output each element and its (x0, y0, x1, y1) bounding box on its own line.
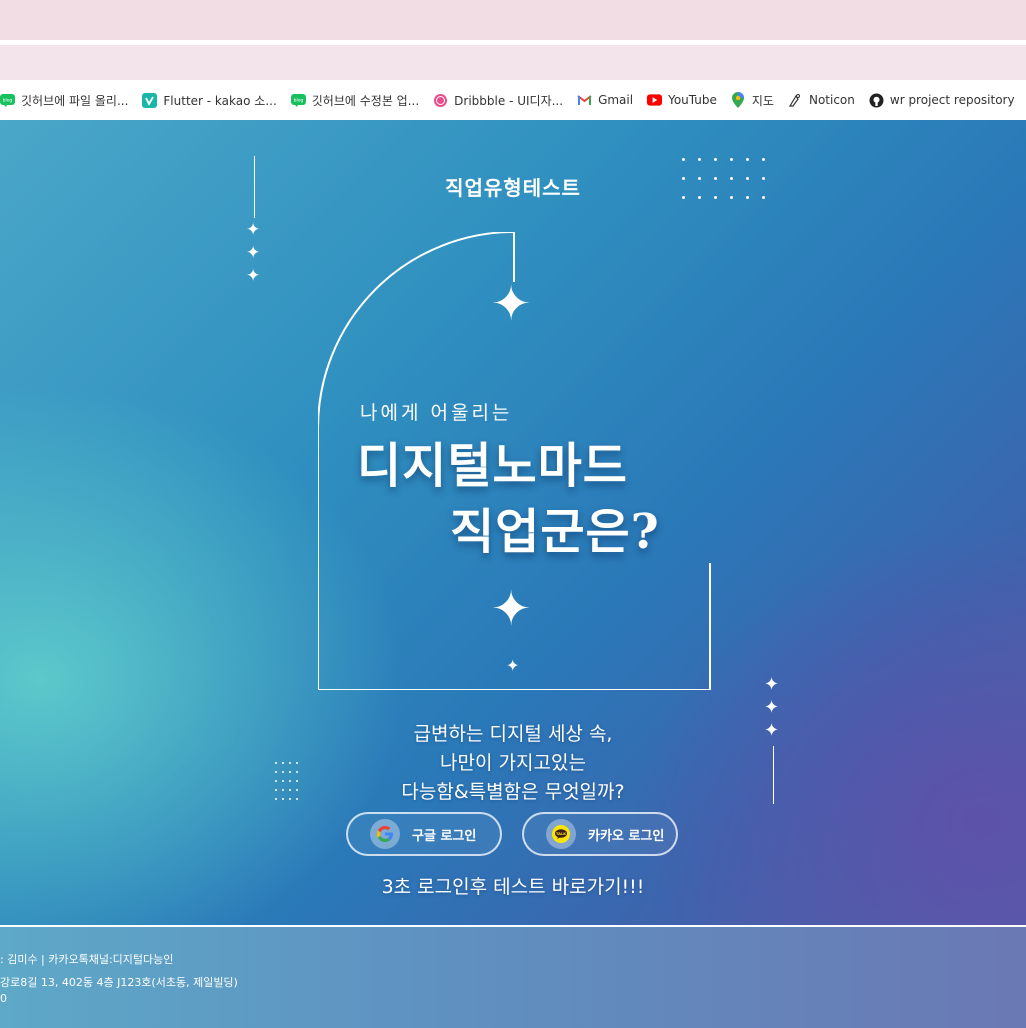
bookmarks-bar: blog 깃허브에 파일 올리... Flutter - kakao 소... … (0, 80, 1026, 120)
footer-contact: : 김미수 | 카카오톡채널:디지털다능인 (0, 953, 174, 966)
headline-line-2: 직업군은? (450, 504, 660, 560)
sparkle-icon: ✦ (246, 243, 261, 263)
sparkle-icon: ✦ (491, 581, 532, 637)
bookmark-label: 깃허브에 파일 올리... (21, 93, 129, 108)
headline-line-1: 디지털노마드 (357, 438, 628, 494)
sparkle-icon: ✦ (506, 656, 520, 675)
page-title: 직업유형테스트 (445, 176, 581, 200)
sparkle-icon: ✦ (246, 266, 261, 286)
sparkle-icon: ✦ (764, 674, 780, 695)
browser-address-bar-area (0, 45, 1026, 80)
blog-icon: blog (290, 93, 306, 108)
kakao-login-label: 카카오 로그인 (588, 828, 665, 844)
footer-info: 0 (0, 992, 7, 1005)
bookmark-label: Dribbble - UI디자... (454, 93, 564, 108)
bookmark-label: YouTube (668, 93, 717, 107)
bookmark-item[interactable]: Noticon (788, 93, 855, 108)
description-line: 나만이 가지고있는 (440, 752, 586, 774)
bookmark-item[interactable]: 지도 (731, 92, 774, 109)
description-line: 급변하는 디지털 세상 속, (413, 723, 613, 745)
subtitle: 나에게 어울리는 (360, 402, 513, 424)
decor-line (254, 156, 255, 218)
gmail-icon (577, 93, 592, 108)
github-icon (869, 93, 884, 108)
browser-tab-strip (0, 0, 1026, 40)
cta-text: 3초 로그인후 테스트 바로가기!!! (381, 876, 645, 898)
description-line: 다능함&특별함은 무엇일까? (401, 781, 625, 803)
dribbble-icon (433, 93, 448, 108)
kakao-talk-icon: TALK (546, 819, 576, 849)
bookmark-label: 지도 (751, 93, 774, 108)
bookmark-item[interactable]: Dribbble - UI디자... (433, 92, 563, 109)
bookmark-item[interactable]: blog 깃허브에 수정본 업... (290, 92, 420, 109)
blog-icon: blog (0, 93, 15, 108)
vimeo-icon (142, 92, 158, 108)
svg-text:blog: blog (293, 97, 303, 103)
bookmark-item[interactable]: wr project repository (869, 93, 1015, 108)
google-login-label: 구글 로그인 (412, 828, 477, 844)
description: 급변하는 디지털 세상 속, 나만이 가지고있는 다능함&특별함은 무엇일까? (0, 720, 1026, 807)
footer: : 김미수 | 카카오톡채널:디지털다능인 강로8길 13, 402동 4층 J… (0, 927, 1026, 1028)
youtube-icon (647, 93, 663, 108)
maps-icon (731, 92, 746, 108)
noticon-icon (788, 93, 803, 108)
bookmark-item[interactable]: Flutter - kakao 소... (142, 92, 277, 109)
bookmark-item[interactable]: Gmail (577, 93, 633, 108)
bookmark-item[interactable]: blog 깃허브에 파일 올리... (0, 92, 128, 109)
bookmark-label: Gmail (598, 93, 634, 107)
google-icon (370, 819, 400, 849)
svg-text:blog: blog (3, 97, 13, 103)
sparkle-icon: ✦ (491, 276, 532, 332)
bookmark-label: Noticon (808, 93, 855, 107)
bookmark-label: Flutter - kakao 소... (163, 93, 277, 108)
kakao-login-button[interactable]: TALK 카카오 로그인 (522, 812, 678, 856)
google-login-button[interactable]: 구글 로그인 (346, 812, 502, 856)
sparkle-icon: ✦ (764, 697, 780, 718)
svg-text:TALK: TALK (556, 832, 566, 836)
sparkle-icon: ✦ (246, 220, 261, 240)
dot-grid-decoration (682, 158, 765, 199)
footer-address: 강로8길 13, 402동 4층 J123호(서초동, 제일빌딩) (0, 976, 238, 989)
bookmark-item[interactable]: YouTube (647, 93, 717, 108)
bookmark-label: wr project repository (889, 93, 1015, 107)
bookmark-label: 깃허브에 수정본 업... (311, 93, 420, 108)
hero-section: 직업유형테스트 ✦ ✦ ✦ ✦ ✦ ✦ 나에게 어울리는 디지털노마드 직업군은… (0, 120, 1026, 925)
